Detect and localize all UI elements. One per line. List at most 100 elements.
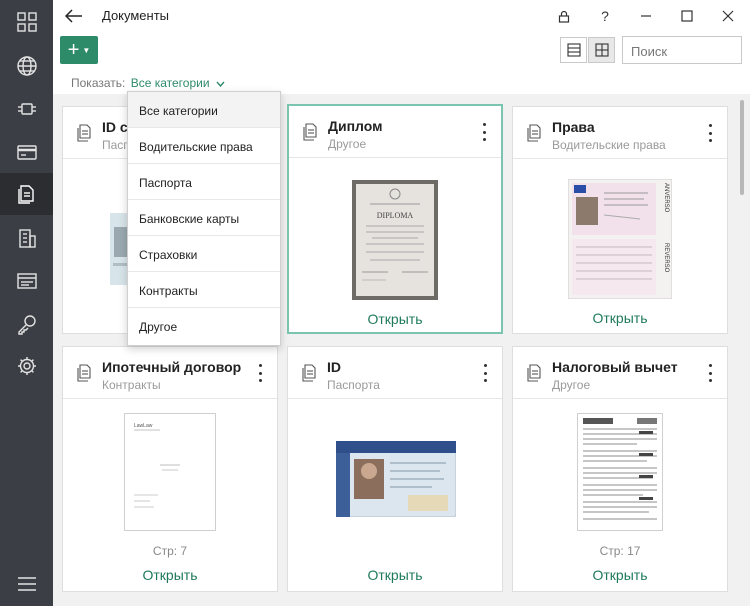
title-bar: Документы ? bbox=[53, 0, 750, 32]
lock-icon bbox=[558, 10, 570, 23]
add-button[interactable]: + ▼ bbox=[60, 36, 98, 64]
license-front-label: ANVERSO bbox=[663, 183, 669, 213]
maximize-icon bbox=[681, 10, 693, 22]
card-title: Диплом bbox=[328, 118, 383, 134]
maximize-button[interactable] bbox=[673, 4, 701, 28]
filter-label: Показать: bbox=[71, 76, 126, 90]
card-category: Контракты bbox=[102, 378, 161, 392]
open-link[interactable]: Открыть bbox=[63, 567, 277, 583]
dropdown-option[interactable]: Страховки bbox=[128, 236, 280, 272]
document-icon bbox=[527, 124, 541, 142]
sidebar-item-passwords[interactable] bbox=[0, 304, 53, 344]
open-link[interactable]: Открыть bbox=[513, 567, 727, 583]
contract-label: LawLaw bbox=[134, 423, 153, 429]
sidebar-item-notes[interactable] bbox=[0, 261, 53, 301]
grid-view-button[interactable] bbox=[588, 37, 615, 63]
list-view-icon bbox=[566, 43, 581, 57]
plus-icon: + bbox=[67, 39, 80, 61]
dropdown-option[interactable]: Другое bbox=[128, 308, 280, 344]
sidebar bbox=[0, 0, 53, 606]
minimize-button[interactable] bbox=[632, 4, 660, 28]
page-count: Стр: 17 bbox=[599, 544, 641, 558]
card-category: Другое bbox=[328, 137, 367, 151]
document-icon bbox=[303, 123, 317, 141]
documents-icon bbox=[17, 185, 34, 204]
card-title: ID bbox=[327, 359, 341, 375]
document-card[interactable]: Налоговый вычет Другое Стр: 17 Открыть bbox=[512, 346, 728, 592]
back-arrow-icon bbox=[65, 9, 82, 23]
id-card-thumbnail bbox=[336, 441, 456, 517]
notes-icon bbox=[16, 273, 37, 289]
more-options-button[interactable] bbox=[482, 364, 488, 382]
close-icon bbox=[722, 10, 734, 22]
sidebar-item-addresses[interactable] bbox=[0, 218, 53, 258]
document-icon bbox=[302, 364, 316, 382]
dashboard-icon bbox=[16, 12, 37, 32]
document-card[interactable]: Права Водительские права ANVERSO REVERSO… bbox=[512, 106, 728, 334]
driver-license-thumbnail: ANVERSO REVERSO bbox=[568, 179, 672, 299]
dropdown-option[interactable]: Все категории bbox=[128, 92, 280, 128]
sidebar-item-settings[interactable] bbox=[0, 346, 53, 386]
more-options-button[interactable] bbox=[481, 123, 487, 141]
card-category: Водительские права bbox=[552, 138, 666, 152]
page-count: Стр: 7 bbox=[152, 544, 188, 558]
card-header: Ипотечный договор Контракты bbox=[63, 347, 277, 399]
help-button[interactable]: ? bbox=[591, 4, 619, 28]
more-options-button[interactable] bbox=[257, 364, 263, 382]
chevron-down-icon: ▼ bbox=[82, 45, 91, 55]
dropdown-option[interactable]: Паспорта bbox=[128, 164, 280, 200]
dropdown-option[interactable]: Контракты bbox=[128, 272, 280, 308]
document-icon bbox=[527, 364, 541, 382]
document-card[interactable]: ID Паспорта Открыть bbox=[287, 346, 503, 592]
card-header: Диплом Другое bbox=[289, 106, 501, 158]
open-link[interactable]: Открыть bbox=[289, 311, 501, 327]
key-icon bbox=[17, 315, 36, 335]
contract-thumbnail: LawLaw bbox=[124, 413, 216, 531]
minimize-icon bbox=[641, 15, 651, 17]
card-header: ID Паспорта bbox=[288, 347, 502, 399]
card-header: Налоговый вычет Другое bbox=[513, 347, 727, 399]
filter-value[interactable]: Все категории bbox=[131, 76, 210, 90]
grid-view-icon bbox=[594, 43, 609, 57]
open-link[interactable]: Открыть bbox=[513, 310, 727, 326]
bank-card-icon bbox=[16, 145, 37, 160]
category-dropdown: Все категории Водительские права Паспорт… bbox=[127, 91, 281, 346]
diploma-label: DIPLOMA bbox=[377, 211, 414, 220]
building-icon bbox=[18, 229, 36, 248]
dropdown-option[interactable]: Банковские карты bbox=[128, 200, 280, 236]
document-icon bbox=[77, 364, 91, 382]
more-options-button[interactable] bbox=[707, 364, 713, 382]
search-input[interactable]: Поиск bbox=[622, 36, 742, 64]
more-options-button[interactable] bbox=[707, 124, 713, 142]
open-link[interactable]: Открыть bbox=[288, 567, 502, 583]
back-button[interactable] bbox=[63, 6, 85, 26]
close-button[interactable] bbox=[714, 4, 742, 28]
card-title: Ипотечный договор bbox=[102, 359, 242, 375]
document-icon bbox=[77, 124, 91, 142]
lock-button[interactable] bbox=[550, 4, 578, 28]
dropdown-option[interactable]: Водительские права bbox=[128, 128, 280, 164]
tax-form-thumbnail bbox=[577, 413, 663, 531]
document-card[interactable]: Диплом Другое DIPLOMA Открыть bbox=[287, 104, 503, 334]
menu-button[interactable] bbox=[0, 566, 53, 602]
sidebar-item-dashboard[interactable] bbox=[0, 2, 53, 42]
sidebar-item-documents[interactable] bbox=[0, 173, 53, 215]
card-category: Другое bbox=[552, 378, 591, 392]
category-filter[interactable]: Показать: Все категории bbox=[71, 76, 225, 90]
chevron-down-icon bbox=[216, 79, 225, 89]
license-back-label: REVERSO bbox=[663, 243, 669, 273]
document-card[interactable]: Ипотечный договор Контракты LawLaw Стр: … bbox=[62, 346, 278, 592]
globe-icon bbox=[16, 56, 37, 76]
sidebar-item-browser[interactable] bbox=[0, 46, 53, 86]
sidebar-item-vpn[interactable] bbox=[0, 89, 53, 129]
hamburger-icon bbox=[17, 577, 36, 591]
sidebar-item-cards[interactable] bbox=[0, 132, 53, 172]
scrollbar[interactable] bbox=[740, 100, 744, 195]
list-view-button[interactable] bbox=[560, 37, 587, 63]
vpn-icon bbox=[17, 103, 36, 115]
card-title: Права bbox=[552, 119, 595, 135]
card-title: Налоговый вычет bbox=[552, 359, 678, 375]
diploma-thumbnail: DIPLOMA bbox=[352, 180, 438, 300]
settings-icon bbox=[17, 357, 36, 375]
card-category: Паспорта bbox=[327, 378, 380, 392]
